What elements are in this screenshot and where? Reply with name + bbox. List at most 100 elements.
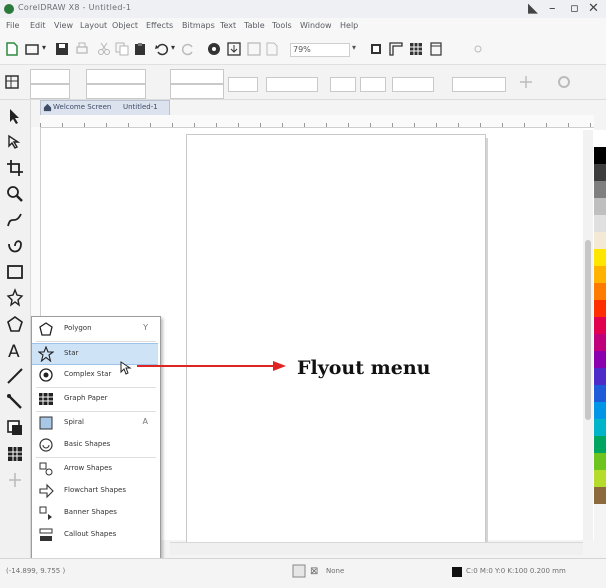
palette-swatch[interactable] [594, 334, 606, 351]
portrait-button[interactable] [228, 77, 258, 92]
document-tab[interactable]: Welcome Screen Untitled-1 [40, 100, 170, 116]
palette-swatch[interactable] [594, 402, 606, 419]
units-field[interactable] [170, 84, 224, 99]
transparency-tool-icon[interactable] [5, 444, 25, 464]
horizontal-ruler[interactable] [40, 115, 594, 128]
save-icon[interactable] [54, 41, 70, 57]
palette-swatch[interactable] [594, 130, 606, 147]
redo-icon[interactable] [180, 41, 196, 57]
nudge-distance-field[interactable] [392, 77, 434, 92]
palette-swatch[interactable] [594, 470, 606, 487]
crop-tool-icon[interactable] [5, 158, 25, 178]
parallel-dimension-tool-icon[interactable] [5, 366, 25, 386]
vertical-scroll-thumb[interactable] [585, 240, 591, 420]
flyout-item-callout-shapes[interactable]: Callout Shapes [32, 525, 158, 545]
connector-tool-icon[interactable] [5, 392, 25, 412]
page-height-field[interactable] [86, 84, 146, 99]
freehand-tool-icon[interactable] [5, 210, 25, 230]
palette-swatch[interactable] [594, 317, 606, 334]
undo-icon[interactable] [154, 41, 170, 57]
flyout-item-spiral[interactable]: Spiral A [32, 413, 158, 433]
import-icon[interactable] [226, 41, 242, 57]
palette-swatch[interactable] [594, 351, 606, 368]
palette-swatch[interactable] [594, 300, 606, 317]
unit-select[interactable] [266, 77, 318, 92]
close-button[interactable]: ✕ [588, 1, 599, 16]
menu-effects[interactable]: Effects [146, 21, 173, 30]
polygon-tool-icon[interactable] [5, 314, 25, 334]
drop-shadow-tool-icon[interactable] [5, 418, 25, 438]
palette-swatch[interactable] [594, 487, 606, 504]
menu-object[interactable]: Object [112, 21, 138, 30]
eyedropper-tool-icon[interactable] [5, 470, 25, 490]
flyout-item-basic-shapes[interactable]: Basic Shapes [32, 435, 158, 455]
menu-window[interactable]: Window [300, 21, 332, 30]
fill-indicator-icon[interactable] [292, 564, 306, 578]
nudge-field[interactable] [170, 69, 224, 84]
menu-view[interactable]: View [54, 21, 73, 30]
palette-swatch[interactable] [594, 385, 606, 402]
page-preset-unit-field[interactable] [30, 84, 70, 99]
all-pages-button[interactable] [330, 77, 356, 92]
menu-text[interactable]: Text [220, 21, 236, 30]
print-icon[interactable] [74, 41, 90, 57]
zoom-tool-icon[interactable] [5, 184, 25, 204]
flyout-item-graph-paper[interactable]: Graph Paper [32, 389, 158, 409]
ellipse-tool-icon[interactable] [5, 288, 25, 308]
search-content-icon[interactable] [206, 41, 222, 57]
shape-tool-icon[interactable] [5, 132, 25, 152]
minimize-button[interactable]: – [549, 1, 556, 16]
palette-swatch[interactable] [594, 453, 606, 470]
menu-edit[interactable]: Edit [30, 21, 46, 30]
rectangle-tool-icon[interactable] [5, 262, 25, 282]
page-preset-field[interactable] [30, 69, 70, 84]
palette-swatch[interactable] [594, 164, 606, 181]
pick-tool-icon[interactable] [5, 106, 25, 126]
current-page-button[interactable] [360, 77, 386, 92]
undo-dropdown-icon[interactable]: ▾ [171, 43, 175, 52]
palette-swatch[interactable] [594, 436, 606, 453]
window-restore-icon[interactable]: ◣ [528, 1, 538, 16]
open-dropdown-icon[interactable]: ▾ [42, 43, 46, 52]
publish-pdf-icon[interactable] [264, 41, 280, 57]
color-palette[interactable] [594, 130, 606, 555]
full-screen-icon[interactable] [368, 41, 384, 57]
palette-swatch[interactable] [594, 249, 606, 266]
palette-swatch[interactable] [594, 147, 606, 164]
flyout-item-arrow-shapes[interactable]: Arrow Shapes [32, 459, 158, 479]
drawing-page[interactable] [186, 134, 486, 544]
menu-tools[interactable]: Tools [272, 21, 292, 30]
palette-swatch[interactable] [594, 232, 606, 249]
flyout-item-flowchart-shapes[interactable]: Flowchart Shapes [32, 481, 158, 501]
menu-file[interactable]: File [6, 21, 19, 30]
menu-layout[interactable]: Layout [80, 21, 107, 30]
flyout-item-banner-shapes[interactable]: Banner Shapes [32, 503, 158, 523]
palette-swatch[interactable] [594, 198, 606, 215]
palette-swatch[interactable] [594, 283, 606, 300]
new-document-icon[interactable] [4, 41, 20, 57]
artistic-media-tool-icon[interactable] [5, 236, 25, 256]
zoom-dropdown-icon[interactable]: ▾ [352, 43, 356, 52]
palette-swatch[interactable] [594, 181, 606, 198]
maximize-button[interactable]: ▫ [570, 1, 579, 16]
text-tool-icon[interactable]: A [5, 340, 25, 360]
export-icon[interactable] [246, 41, 262, 57]
page-width-field[interactable] [86, 69, 146, 84]
palette-swatch[interactable] [594, 368, 606, 385]
open-icon[interactable] [24, 41, 40, 57]
show-rulers-icon[interactable] [388, 41, 404, 57]
menu-bitmaps[interactable]: Bitmaps [182, 21, 215, 30]
options-icon[interactable] [470, 41, 486, 57]
page-size-icon[interactable] [4, 74, 20, 90]
copy-icon[interactable] [114, 41, 130, 57]
options-gear-icon[interactable] [556, 74, 572, 90]
show-guidelines-icon[interactable] [428, 41, 444, 57]
paste-icon[interactable] [132, 41, 148, 57]
menu-table[interactable]: Table [244, 21, 265, 30]
show-grid-icon[interactable] [408, 41, 424, 57]
outline-color-swatch[interactable] [452, 567, 462, 577]
palette-swatch[interactable] [594, 266, 606, 283]
flyout-item-polygon[interactable]: Polygon Y [32, 319, 158, 339]
cut-icon[interactable] [96, 41, 112, 57]
snap-to-icon[interactable] [518, 74, 534, 90]
